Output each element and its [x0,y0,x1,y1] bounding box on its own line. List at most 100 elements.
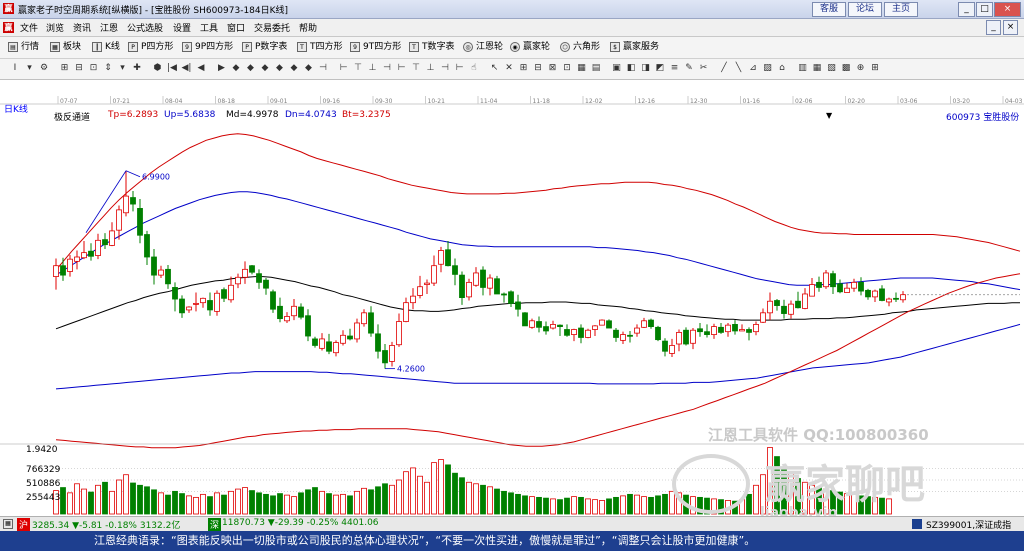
kline-chart[interactable]: 07-07 07-21 08-04 08-18 09-01 09-16 09-30 10-21… [0,80,1024,516]
tool-button-22-icon[interactable]: ⊤ [351,62,365,75]
tool-button-51-icon[interactable]: ▥ [796,62,810,75]
tool-button-23-icon[interactable]: ⊥ [366,62,380,75]
maximize-button[interactable]: □ [976,2,993,17]
sz-index-status[interactable]: 11870.73 ▼-29.39 -0.25% 4401.06 [222,518,379,528]
tool-button-5-icon[interactable]: ⊡ [87,62,101,75]
tool-button-34-icon[interactable]: ⊟ [531,62,545,75]
menu-browse[interactable]: 浏览 [46,21,64,34]
tool-button-16-icon[interactable]: ◆ [258,62,272,75]
tool-button-42-icon[interactable]: ◩ [653,62,667,75]
tool-button-52-icon[interactable]: ▦ [810,62,824,75]
toolbar-t-table[interactable]: T T数字表 [409,41,455,54]
minimize-button[interactable]: _ [958,2,975,17]
tool-button-19-icon[interactable]: ◆ [302,62,316,75]
tool-button-30-icon[interactable]: ☝ [467,62,481,75]
candle-body [879,288,885,301]
tool-button-8-icon[interactable]: ✚ [130,62,144,75]
candle-body [200,297,206,304]
tool-button-41-icon[interactable]: ◨ [639,62,653,75]
tool-button-44-icon[interactable]: ✎ [682,62,696,75]
candle-body [305,315,311,337]
grid-icon[interactable]: ▦ [3,519,13,529]
tool-button-4-icon[interactable]: ⊟ [72,62,86,75]
toolbar-t-square[interactable]: T T四方形 [297,41,343,54]
toolbar-winner-wheel[interactable]: ◉ 赢家轮 [510,41,550,54]
tool-button-1-icon[interactable]: ▾ [23,62,37,75]
date-tick-label: 08-18 [218,98,236,105]
toolbar-quotes[interactable]: ▤ 行情 [8,41,39,54]
tool-button-11-icon[interactable]: ◀| [180,62,194,75]
tool-button-35-icon[interactable]: ⊠ [546,62,560,75]
forum-link[interactable]: 论坛 [848,2,882,17]
toolbar-sectors[interactable]: ▦ 板块 [50,41,81,54]
tool-button-14-icon[interactable]: ◆ [229,62,243,75]
tool-button-37-icon[interactable]: ▦ [575,62,589,75]
tool-button-12-icon[interactable]: ◀ [194,62,208,75]
service-link[interactable]: 客服 [812,2,846,17]
tool-button-13-icon[interactable]: ▶ [215,62,229,75]
tool-button-27-icon[interactable]: ⊥ [424,62,438,75]
date-tick-label: 07-21 [113,98,131,105]
tool-button-40-icon[interactable]: ◧ [624,62,638,75]
menu-help[interactable]: 帮助 [299,21,317,34]
tool-button-32-icon[interactable]: ✕ [502,62,516,75]
tool-button-47-icon[interactable]: ╲ [732,62,746,75]
menu-formula[interactable]: 公式选股 [127,21,163,34]
menu-tools[interactable]: 工具 [200,21,218,34]
child-close-button[interactable]: × [1003,20,1018,35]
tool-button-50-icon[interactable]: ⌂ [775,62,789,75]
tool-button-38-icon[interactable]: ▤ [589,62,603,75]
tool-button-39-icon[interactable]: ▣ [610,62,624,75]
tool-button-20-icon[interactable]: ⊣ [316,62,330,75]
tool-button-0-icon[interactable]: ⵏ [8,62,22,75]
tool-button-33-icon[interactable]: ⊞ [517,62,531,75]
toolbar-winner-service[interactable]: $ 赢家服务 [610,41,659,54]
sh-index-status[interactable]: 3285.34 ▼-5.81 -0.18% 3132.2亿 [32,518,180,531]
tool-button-17-icon[interactable]: ◆ [273,62,287,75]
tool-button-43-icon[interactable]: ≡ [668,62,682,75]
toolbar-p-square[interactable]: P P四方形 [128,41,173,54]
toolbar-9t-square[interactable]: 9 9T四方形 [350,41,401,54]
menu-window[interactable]: 窗口 [227,21,245,34]
tool-button-28-icon[interactable]: ⊣ [438,62,452,75]
tool-button-55-icon[interactable]: ⊕ [854,62,868,75]
tool-button-48-icon[interactable]: ⊿ [746,62,760,75]
menu-trade[interactable]: 交易委托 [254,21,290,34]
toolbar-9p-square[interactable]: 9 9P四方形 [182,41,233,54]
tool-button-7-icon[interactable]: ▾ [116,62,130,75]
tool-button-10-icon[interactable]: |◀ [165,62,179,75]
tool-button-36-icon[interactable]: ⊡ [560,62,574,75]
status-right[interactable]: SZ399001,深证成指 [926,518,1011,531]
toolbar-hexagon[interactable]: ⬡ 六角形 [560,41,600,54]
tool-button-49-icon[interactable]: ▨ [761,62,775,75]
menu-gann[interactable]: 江恩 [100,21,118,34]
tool-button-54-icon[interactable]: ▩ [839,62,853,75]
tool-button-53-icon[interactable]: ▧ [825,62,839,75]
tool-button-31-icon[interactable]: ↖ [488,62,502,75]
home-link[interactable]: 主页 [884,2,918,17]
tool-button-15-icon[interactable]: ◆ [244,62,258,75]
tool-button-24-icon[interactable]: ⊣ [380,62,394,75]
menu-settings[interactable]: 设置 [173,21,191,34]
tool-button-26-icon[interactable]: ⊤ [409,62,423,75]
tool-button-2-icon[interactable]: ⚙ [37,62,51,75]
tool-button-56-icon[interactable]: ⊞ [868,62,882,75]
volume-bar [284,494,290,515]
tool-button-3-icon[interactable]: ⊞ [58,62,72,75]
menu-file[interactable]: 文件 [20,21,38,34]
close-button[interactable]: × [994,2,1021,17]
tool-button-29-icon[interactable]: ⊢ [453,62,467,75]
tool-button-18-icon[interactable]: ◆ [287,62,301,75]
toolbar-kline[interactable]: ┃ K线 [92,41,120,54]
menu-info[interactable]: 资讯 [73,21,91,34]
tool-button-21-icon[interactable]: ⊢ [337,62,351,75]
tool-button-46-icon[interactable]: ╱ [717,62,731,75]
9p-square-icon: 9 [182,42,192,52]
tool-button-25-icon[interactable]: ⊢ [395,62,409,75]
tool-button-45-icon[interactable]: ✂ [697,62,711,75]
tool-button-9-icon[interactable]: ⬢ [151,62,165,75]
child-minimize-button[interactable]: _ [986,20,1001,35]
toolbar-p-table[interactable]: P P数字表 [242,41,287,54]
toolbar-gann-wheel[interactable]: ◎ 江恩轮 [463,41,503,54]
tool-button-6-icon[interactable]: ⇕ [101,62,115,75]
